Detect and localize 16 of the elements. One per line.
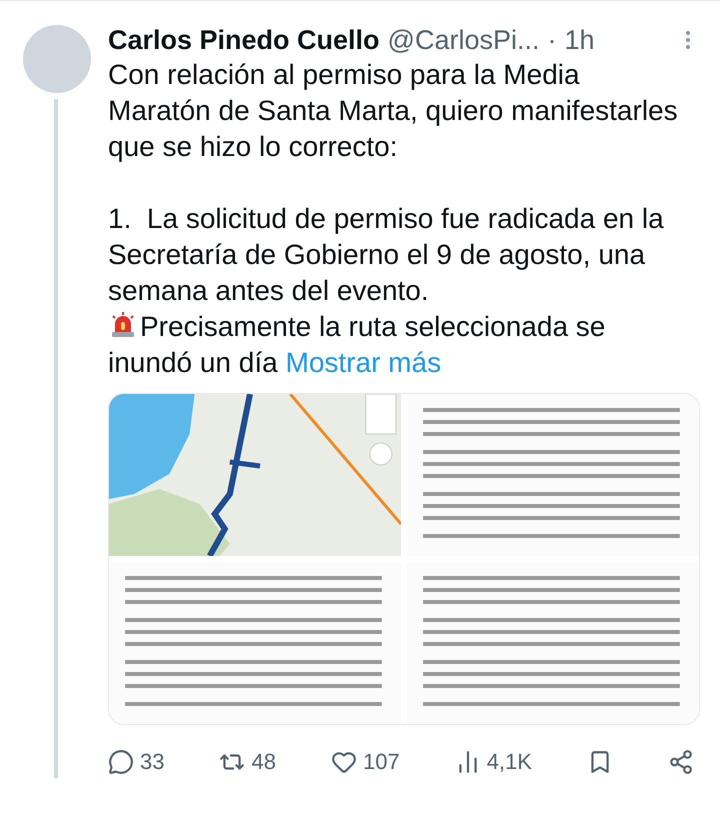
document-image[interactable]	[407, 562, 699, 724]
author-name[interactable]: Carlos Pinedo Cuello	[108, 20, 380, 60]
author-handle[interactable]: @CarlosPi...	[388, 20, 540, 60]
post-time[interactable]: 1h	[564, 20, 595, 60]
views-button[interactable]: 4,1K	[454, 745, 532, 778]
post-text: Precisamente la ruta seleccionada se inundó un día Mostrar más	[108, 309, 606, 380]
reply-button[interactable]: 33	[108, 745, 164, 778]
like-button[interactable]: 107	[330, 745, 400, 778]
reply-icon	[108, 748, 134, 774]
repost-button[interactable]: 48	[219, 745, 276, 778]
post-text: Con relación al permiso para la Media Maratón de Santa Marta, quiero manifestarles que se hizo lo correcto:	[108, 58, 678, 164]
separator-dot: ·	[548, 24, 556, 57]
post-text: 1. La solicitud de permiso fue radicada en la Secretaría de Gobierno el 9 de agosto, una semana antes del evento.	[108, 202, 665, 308]
document-image[interactable]	[407, 394, 699, 556]
document-image[interactable]	[109, 562, 401, 724]
map-drawing[interactable]	[109, 394, 401, 556]
